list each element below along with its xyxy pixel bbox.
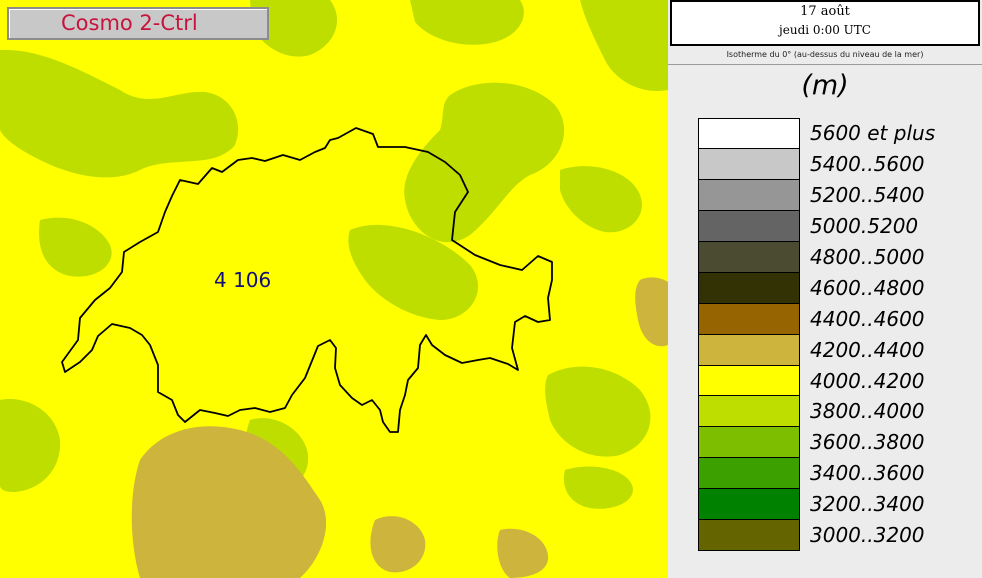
legend-swatch bbox=[698, 458, 800, 490]
legend-swatch bbox=[698, 241, 800, 273]
time-text: jeudi 0:00 UTC bbox=[779, 23, 871, 37]
legend-swatch bbox=[698, 334, 800, 366]
legend-label: 5400..5600 bbox=[810, 151, 925, 176]
legend-label: 4600..4800 bbox=[810, 275, 925, 300]
point-value-label: 4 106 bbox=[214, 268, 272, 292]
legend-swatch bbox=[698, 396, 800, 428]
legend-label: 4000..4200 bbox=[810, 368, 925, 393]
date-header: 17 août jeudi 0:00 UTC bbox=[670, 0, 980, 46]
legend-swatch bbox=[698, 179, 800, 211]
date-text: 17 août bbox=[800, 4, 850, 19]
legend-label: 3200..3400 bbox=[810, 492, 925, 517]
legend-label: 4800..5000 bbox=[810, 244, 925, 269]
legend-swatch bbox=[698, 210, 800, 242]
legend-swatch bbox=[698, 489, 800, 521]
legend-swatch bbox=[698, 303, 800, 335]
legend-label: 3600..3800 bbox=[810, 430, 925, 455]
legend-title: Isotherme du 0° (au-dessus du niveau de … bbox=[726, 50, 924, 59]
legend-swatch bbox=[698, 272, 800, 304]
model-label-box: Cosmo 2-Ctrl bbox=[7, 7, 269, 40]
isotherm-map[interactable] bbox=[0, 0, 668, 578]
divider bbox=[668, 64, 982, 65]
legend-panel: 17 août jeudi 0:00 UTC Isotherme du 0° (… bbox=[668, 0, 982, 578]
legend-swatch bbox=[698, 427, 800, 459]
legend-swatch bbox=[698, 148, 800, 180]
legend-swatch bbox=[698, 118, 800, 149]
legend-label: 4200..4400 bbox=[810, 337, 925, 362]
legend-label: 4400..4600 bbox=[810, 306, 925, 331]
legend-label: 5200..5400 bbox=[810, 182, 925, 207]
legend-label: 5600 et plus bbox=[810, 121, 936, 145]
legend-label: 5000.5200 bbox=[810, 213, 919, 238]
legend-label: 3400..3600 bbox=[810, 461, 925, 486]
legend-swatch bbox=[698, 365, 800, 397]
legend-swatch bbox=[698, 520, 800, 552]
legend-label: 3800..4000 bbox=[810, 399, 925, 424]
legend-label: 3000..3200 bbox=[810, 523, 925, 548]
legend-unit: (m) bbox=[801, 70, 849, 101]
model-label: Cosmo 2-Ctrl bbox=[61, 11, 198, 35]
